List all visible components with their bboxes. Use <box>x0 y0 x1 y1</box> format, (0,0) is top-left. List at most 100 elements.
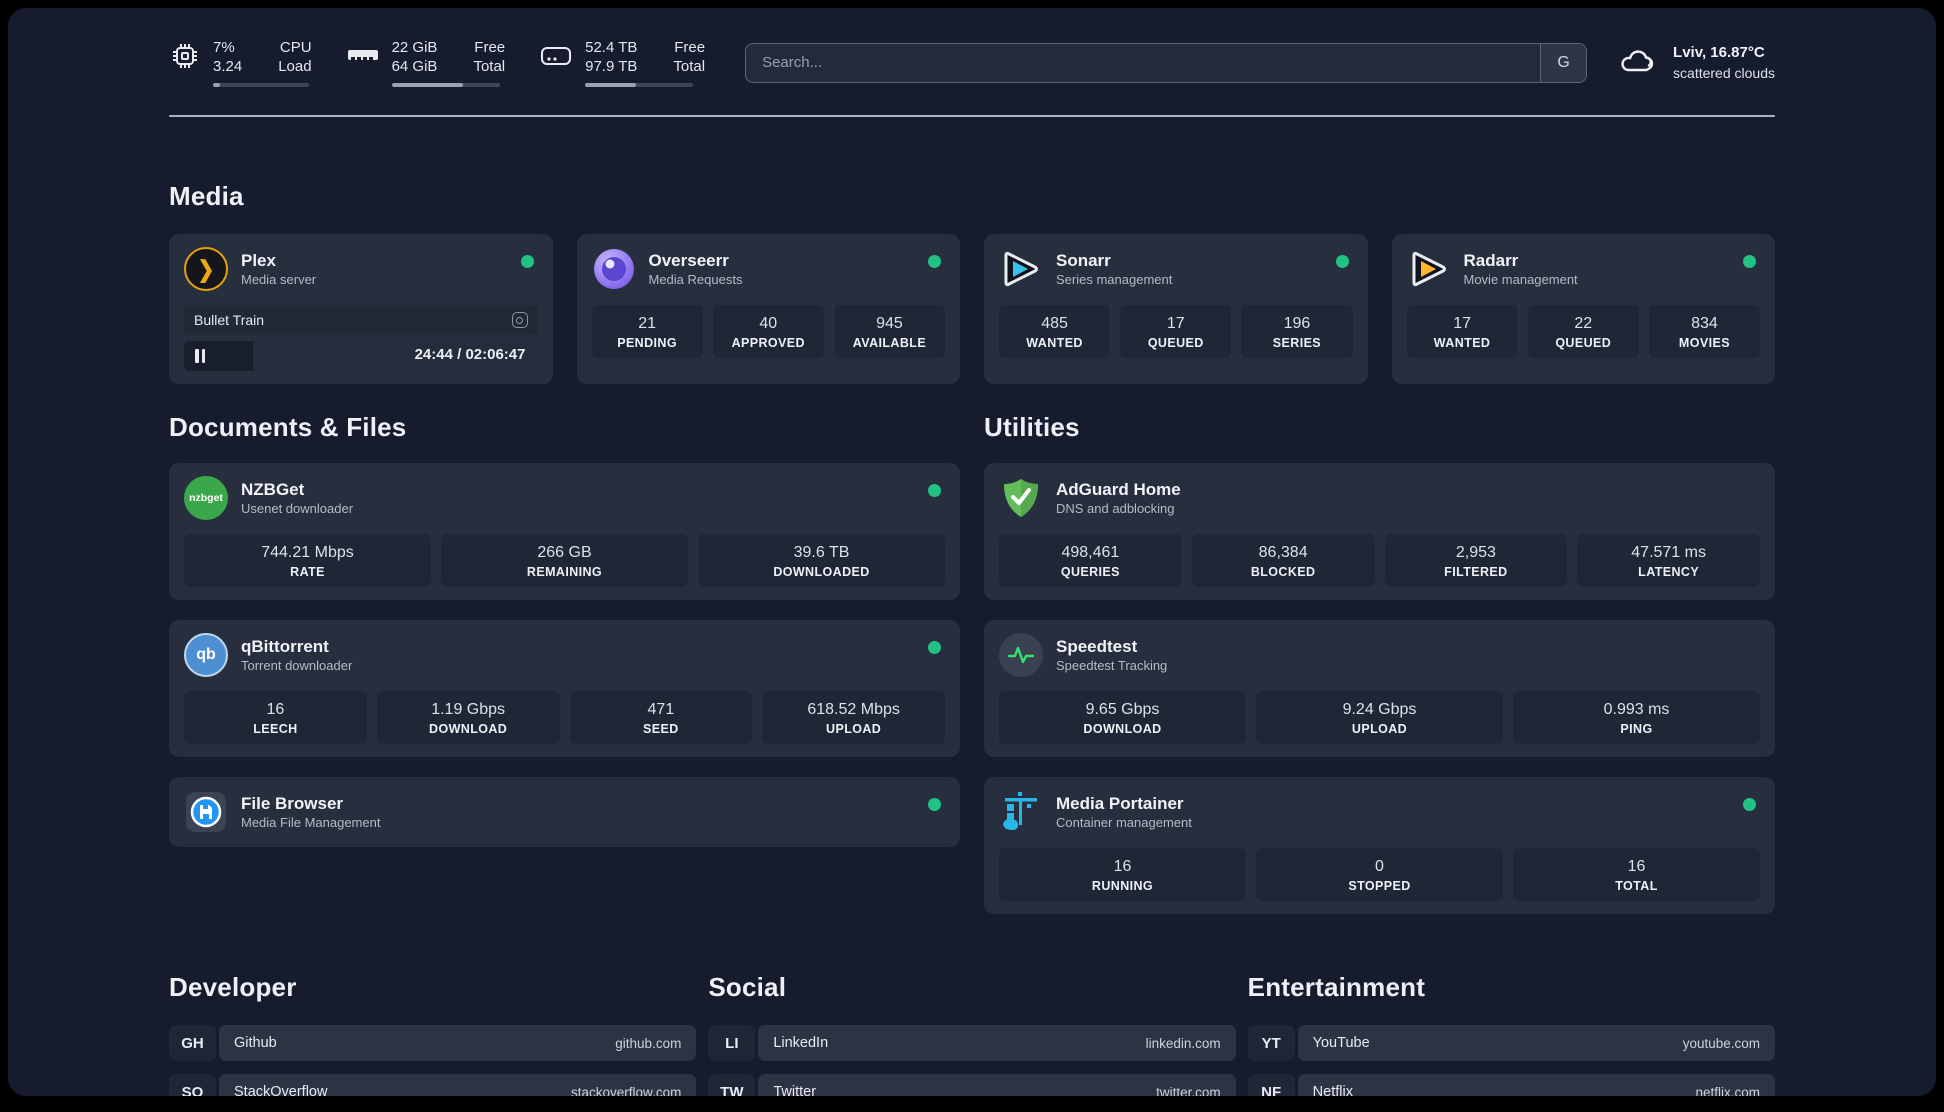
app-card-nzbget[interactable]: nzbget NZBGet Usenet downloader 744.21 M… <box>169 463 960 600</box>
pause-icon <box>195 349 205 363</box>
stat-tile: 16 LEECH <box>184 691 367 744</box>
stat-tile: 86,384 BLOCKED <box>1191 534 1375 587</box>
status-dot <box>520 255 534 268</box>
status-dot <box>928 484 941 497</box>
app-card-overseerr[interactable]: Overseerr Media Requests 21 PENDING 40 A… <box>576 234 960 384</box>
bookmark-abbr: SO <box>169 1074 216 1096</box>
stat-tile: 2,953 FILTERED <box>1384 534 1568 587</box>
app-card-sonarr[interactable]: Sonarr Series management 485 WANTED 17 Q… <box>984 234 1368 384</box>
disk-label-bottom: Total <box>673 58 706 75</box>
cpu-value-bottom: 3.24 <box>213 58 243 75</box>
stat-tile: 17 QUEUED <box>1120 305 1232 358</box>
status-dot <box>1743 798 1756 811</box>
search-input[interactable] <box>746 43 1541 82</box>
bookmark-stackoverflow[interactable]: SO StackOverflow stackoverflow.com <box>169 1074 697 1096</box>
ram-value-bottom: 64 GiB <box>391 58 438 75</box>
app-card-plex[interactable]: ❯ Plex Media server Bullet Train 24:44 /… <box>169 234 553 384</box>
app-subtitle: Media File Management <box>241 815 381 830</box>
bookmark-abbr: TW <box>708 1074 756 1096</box>
playback-progress-bar: 24:44 / 02:06:47 <box>184 341 538 371</box>
stat-tile: 40 APPROVED <box>712 305 824 358</box>
bookmark-abbr: YT <box>1247 1025 1295 1061</box>
app-card-filebrowser[interactable]: File Browser Media File Management <box>169 777 960 847</box>
qbittorrent-icon: qb <box>184 633 228 677</box>
bookmark-name: YouTube <box>1312 1035 1370 1051</box>
stat-tile: 9.24 Gbps UPLOAD <box>1256 691 1503 744</box>
stat-tile: 16 RUNNING <box>999 848 1246 901</box>
ram-label-top: Free <box>474 39 506 56</box>
bookmark-name: Github <box>234 1035 277 1051</box>
app-subtitle: DNS and adblocking <box>1056 501 1175 516</box>
app-subtitle: Speedtest Tracking <box>1056 658 1168 673</box>
stat-tile: 618.52 Mbps UPLOAD <box>762 691 945 744</box>
status-dot <box>928 641 941 654</box>
bookmark-youtube[interactable]: YT YouTube youtube.com <box>1247 1025 1775 1061</box>
app-name: qBittorrent <box>241 637 329 656</box>
section-title-social: Social <box>708 972 787 1002</box>
portainer-icon <box>999 790 1043 834</box>
app-card-speedtest[interactable]: Speedtest Speedtest Tracking 9.65 Gbps D… <box>984 620 1775 757</box>
app-card-portainer[interactable]: Media Portainer Container management 16 … <box>984 777 1775 914</box>
section-title-developer: Developer <box>169 972 297 1002</box>
bookmark-twitter[interactable]: TW Twitter twitter.com <box>708 1074 1236 1096</box>
session-device-icon <box>511 312 528 328</box>
nzbget-icon: nzbget <box>184 476 228 520</box>
disk-value-top: 52.4 TB <box>585 39 638 56</box>
app-card-adguard[interactable]: AdGuard Home DNS and adblocking 498,461 … <box>984 463 1775 600</box>
cpu-stat: 7% 3.24 CPU Load <box>169 38 312 87</box>
cpu-chip-icon <box>169 40 201 77</box>
top-bar: 7% 3.24 CPU Load 22 GiB 64 GiB Free Tota… <box>169 38 1775 87</box>
bookmark-linkedin[interactable]: LI LinkedIn linkedin.com <box>708 1025 1236 1061</box>
app-subtitle: Series management <box>1056 272 1173 287</box>
section-title-media: Media <box>169 181 244 211</box>
search-engine-button[interactable]: G <box>1540 43 1587 82</box>
stat-tile: 0.993 ms PING <box>1513 691 1760 744</box>
app-name: Sonarr <box>1056 251 1111 270</box>
app-name: Speedtest <box>1056 637 1138 656</box>
stat-tile: 471 SEED <box>569 691 753 744</box>
app-subtitle: Movie management <box>1463 272 1578 287</box>
app-name: AdGuard Home <box>1056 480 1181 499</box>
adguard-icon <box>999 476 1043 520</box>
dashboard-page: 7% 3.24 CPU Load 22 GiB 64 GiB Free Tota… <box>8 8 1936 1096</box>
section-title-documents: Documents & Files <box>169 412 407 442</box>
app-card-qbittorrent[interactable]: qb qBittorrent Torrent downloader 16 LEE… <box>169 620 960 757</box>
stat-tile: 498,461 QUERIES <box>999 534 1182 587</box>
sonarr-icon <box>999 247 1043 291</box>
bookmark-netflix[interactable]: NF Netflix netflix.com <box>1247 1074 1775 1097</box>
bookmark-name: StackOverflow <box>234 1084 328 1096</box>
bookmark-github[interactable]: GH Github github.com <box>169 1025 697 1061</box>
cpu-label-bottom: Load <box>278 58 312 75</box>
search-bar: G <box>745 42 1588 83</box>
now-playing-title: Bullet Train <box>194 312 265 328</box>
bookmark-url: netflix.com <box>1695 1084 1760 1097</box>
stat-tile: 16 TOTAL <box>1513 848 1760 901</box>
cpu-progress-bar <box>213 83 309 87</box>
disk-value-bottom: 97.9 TB <box>585 58 638 75</box>
ram-value-top: 22 GiB <box>391 39 438 56</box>
stat-tile: 21 PENDING <box>591 305 703 358</box>
app-subtitle: Media server <box>241 272 317 287</box>
stat-tile: 17 WANTED <box>1406 305 1518 358</box>
app-name: NZBGet <box>241 480 305 499</box>
bookmark-url: youtube.com <box>1682 1035 1760 1051</box>
radarr-icon <box>1407 247 1451 291</box>
memory-icon <box>346 40 380 77</box>
status-dot <box>1335 255 1349 268</box>
stat-tile: 22 QUEUED <box>1527 305 1639 358</box>
header-divider <box>169 115 1775 117</box>
weather-condition: scattered clouds <box>1673 64 1775 81</box>
bookmark-url: linkedin.com <box>1145 1035 1221 1051</box>
stat-tile: 485 WANTED <box>999 305 1111 358</box>
disk-label-top: Free <box>674 39 706 56</box>
ram-progress-bar <box>391 83 500 87</box>
bookmark-url: github.com <box>615 1035 682 1051</box>
plex-icon: ❯ <box>184 247 228 291</box>
app-subtitle: Container management <box>1056 815 1192 830</box>
bookmark-name: Twitter <box>773 1084 817 1096</box>
app-card-radarr[interactable]: Radarr Movie management 17 WANTED 22 QUE… <box>1391 234 1775 384</box>
status-dot <box>928 798 941 811</box>
stat-tile: 196 SERIES <box>1241 305 1353 358</box>
stat-tile: 1.19 Gbps DOWNLOAD <box>376 691 560 744</box>
ram-label-bottom: Total <box>473 58 506 75</box>
